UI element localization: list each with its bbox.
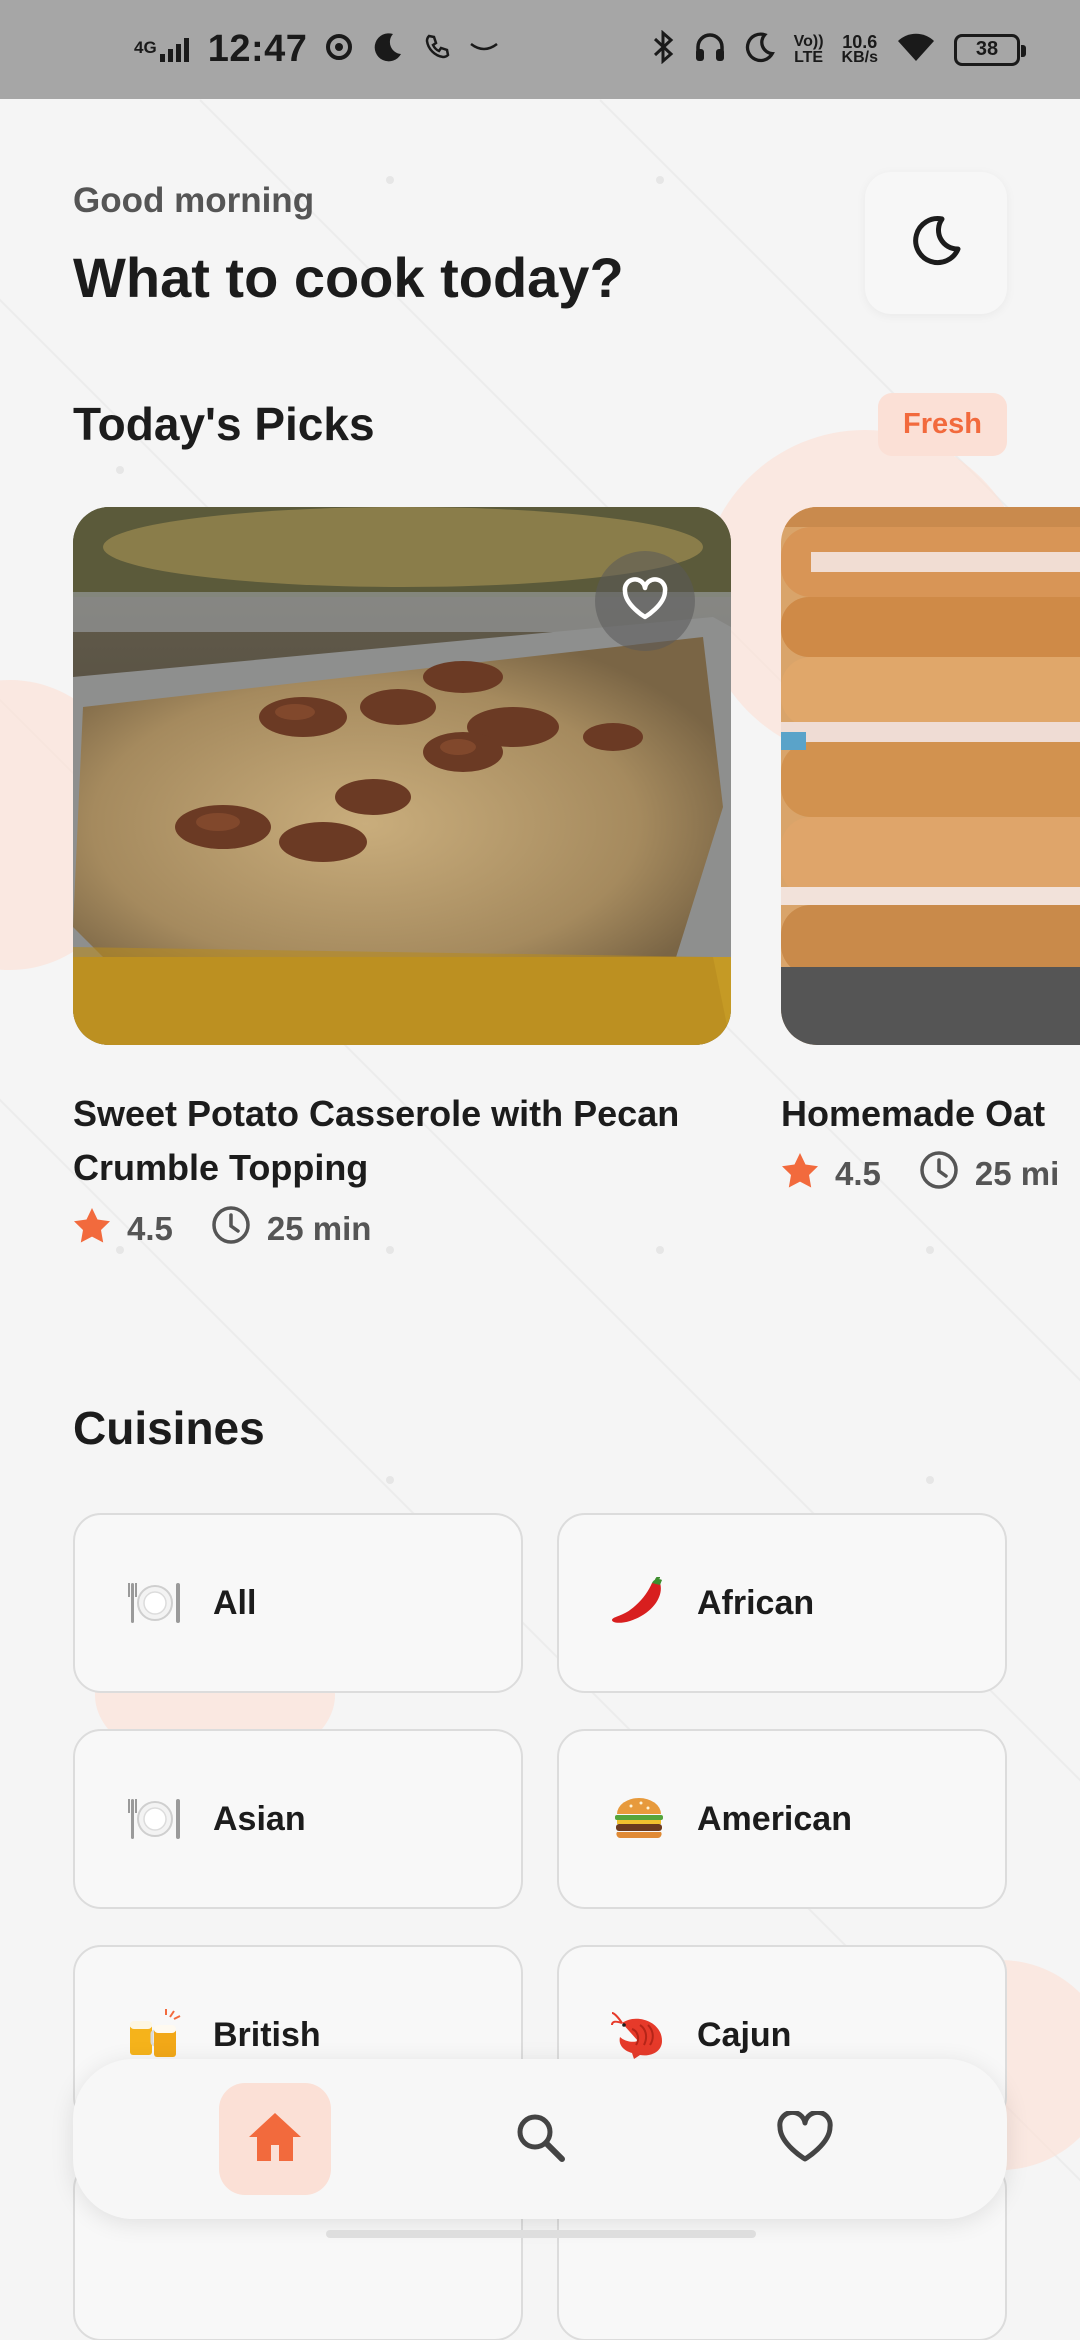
clock-icon (919, 1150, 959, 1198)
cook-time: 25 mi (974, 1155, 1060, 1192)
headphones-icon (694, 31, 726, 68)
recipe-card-title[interactable]: Homemade Oat (781, 1087, 1080, 1141)
recipe-card-meta: 4.5 25 min (73, 1205, 409, 1253)
section-title-todays-picks: Today's Picks (73, 398, 375, 450)
home-icon (247, 2111, 303, 2168)
theme-toggle-button[interactable] (865, 172, 1007, 314)
cuisine-asian[interactable]: Asian (73, 1729, 523, 1909)
bluetooth-icon (650, 29, 676, 69)
cuisine-label: American (697, 1799, 852, 1838)
cuisine-label: Asian (213, 1799, 306, 1838)
volte-indicator: Vo)) LTE (793, 32, 824, 66)
amazon-icon (469, 40, 499, 59)
section-title-cuisines: Cuisines (73, 1402, 265, 1454)
moon-icon (744, 31, 776, 68)
search-icon (514, 2111, 566, 2168)
shrimp-icon (609, 2005, 669, 2065)
plate-icon (125, 1789, 185, 1849)
bottom-navigation (73, 2059, 1007, 2219)
heart-icon (621, 576, 669, 626)
nav-home[interactable] (219, 2083, 332, 2195)
target-icon (325, 33, 353, 66)
main-content: Good morning What to cook today? Today's… (0, 99, 1080, 2340)
star-icon (781, 1152, 819, 1196)
volte-top: Vo)) (793, 32, 824, 50)
moon-icon (371, 30, 405, 69)
recipe-card-title[interactable]: Sweet Potato Casserole with Pecan Crumbl… (73, 1087, 713, 1195)
cook-time: 25 min (266, 1210, 372, 1247)
phone-icon (423, 33, 451, 66)
wifi-icon (896, 31, 936, 68)
cuisine-label: All (213, 1583, 257, 1622)
cuisine-american[interactable]: American (557, 1729, 1007, 1909)
favorite-button[interactable] (595, 551, 695, 651)
recipe-card-image[interactable] (781, 507, 1080, 1045)
recipe-card-meta: 4.5 25 mi (781, 1150, 1080, 1198)
chili-icon (609, 1573, 669, 1633)
fresh-badge: Fresh (878, 393, 1007, 456)
network-type: 4G (134, 37, 157, 57)
speed-value: 10.6 (842, 31, 878, 52)
speed-unit: KB/s (841, 48, 878, 66)
network-speed: 10.6 KB/s (841, 31, 878, 66)
home-indicator (326, 2230, 756, 2238)
volte-bottom: LTE (794, 48, 824, 66)
burger-icon (609, 1789, 669, 1849)
page-headline: What to cook today? (73, 246, 624, 309)
rating-value: 4.5 (127, 1210, 173, 1247)
heart-icon (776, 2109, 834, 2168)
cuisine-all[interactable]: All (73, 1513, 523, 1693)
cuisine-african[interactable]: African (557, 1513, 1007, 1693)
clock-icon (211, 1205, 251, 1253)
cuisine-label: British (213, 2015, 321, 2054)
cuisine-label: African (697, 1583, 815, 1622)
clock: 12:47 (207, 28, 308, 70)
greeting-text: Good morning (73, 181, 315, 220)
recipe-card-image[interactable] (73, 507, 731, 1045)
plate-icon (125, 1573, 185, 1633)
battery-indicator: 38 (954, 33, 1026, 66)
rating-value: 4.5 (835, 1155, 881, 1192)
signal-icon: 4G (134, 37, 190, 62)
nav-favorites[interactable] (749, 2083, 861, 2195)
status-bar: 4G 12:47 Vo)) LTE 10.6 KB/s 38 (0, 0, 1080, 99)
nav-search[interactable] (484, 2083, 596, 2195)
beer-icon (125, 2005, 185, 2065)
cuisine-label: Cajun (697, 2015, 792, 2054)
moon-icon (906, 211, 966, 276)
star-icon (73, 1207, 111, 1251)
